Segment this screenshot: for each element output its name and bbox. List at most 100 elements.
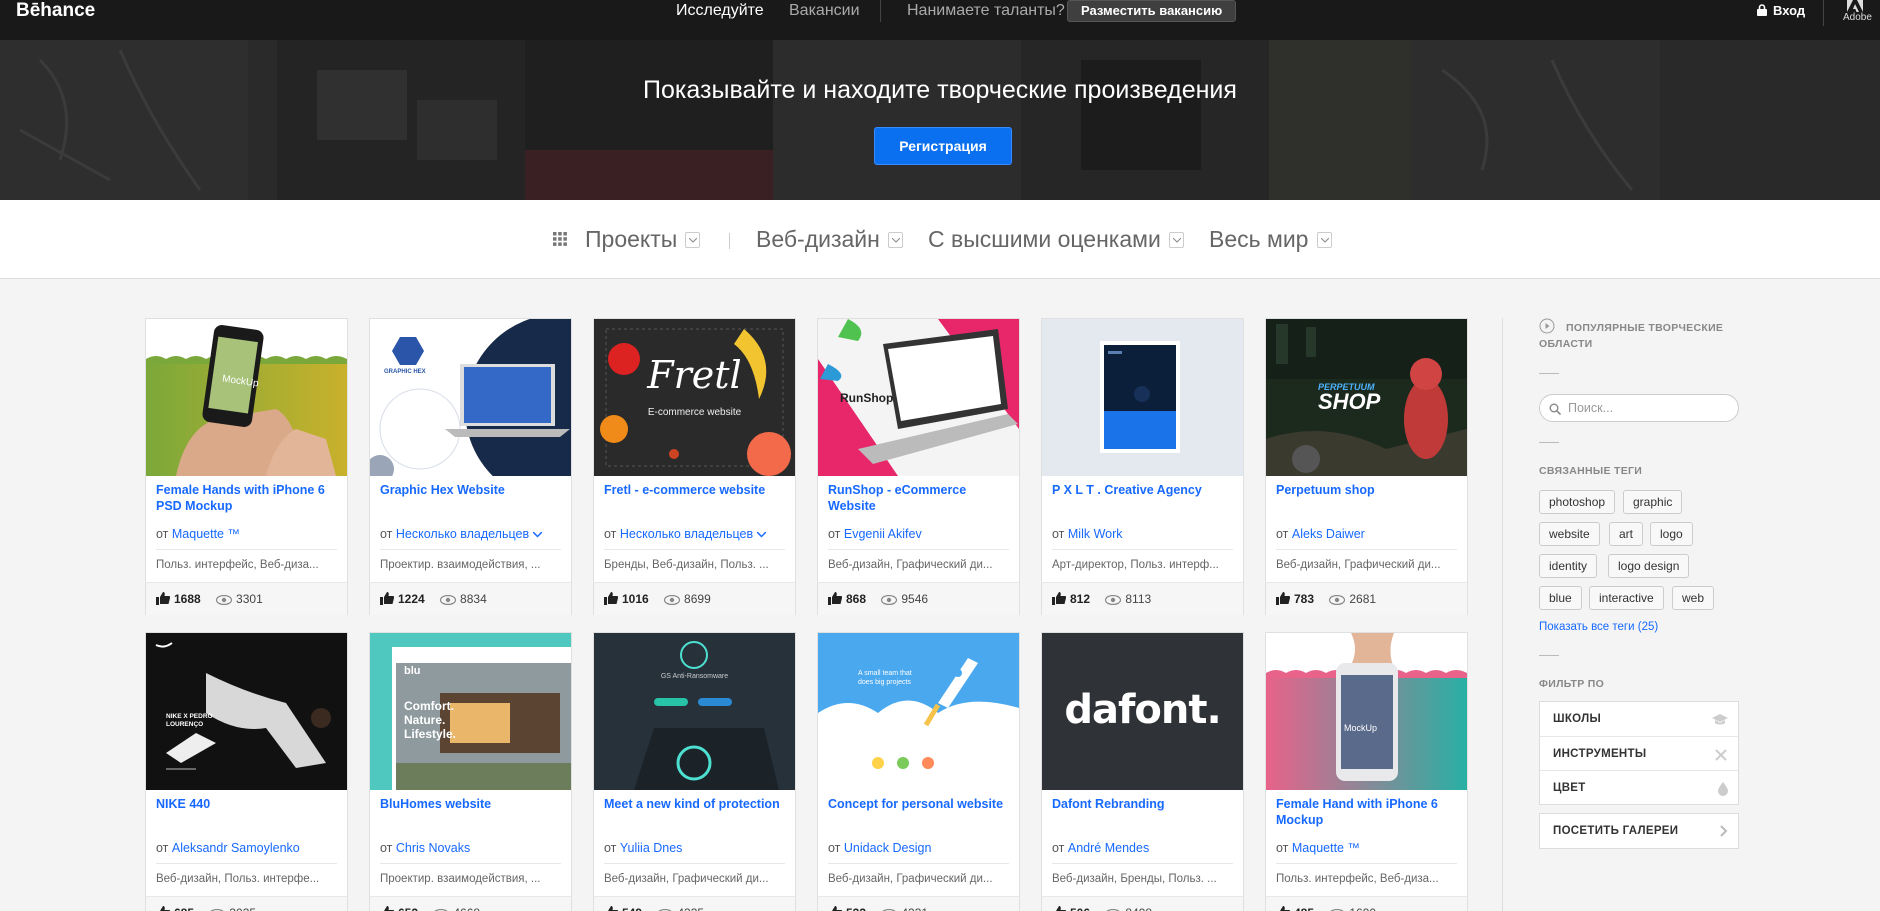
project-fields[interactable]: Бренды, Веб-дизайн, Польз. ... <box>604 549 785 572</box>
project-card[interactable]: MockUp Female Hands with iPhone 6 PSD Mo… <box>145 318 348 615</box>
project-card[interactable]: PERPETUUM SHOP Perpetuum shop от Aleks D… <box>1265 318 1468 615</box>
project-title[interactable]: Perpetuum shop <box>1276 482 1457 518</box>
project-title[interactable]: Fretl - e-commerce website <box>604 482 785 518</box>
project-card[interactable]: Fretl E-commerce website Fretl - e-comme… <box>593 318 796 615</box>
project-fields[interactable]: Арт-директор, Польз. интерф... <box>1052 549 1233 572</box>
project-thumbnail[interactable]: MockUp <box>1266 633 1467 790</box>
tag-graphic[interactable]: graphic <box>1623 490 1683 514</box>
behance-logo[interactable]: Bēhance <box>16 0 95 22</box>
project-title[interactable]: NIKE 440 <box>156 796 337 832</box>
popular-fields-link[interactable]: ПОПУЛЯРНЫЕ ТВОРЧЕСКИЕ ОБЛАСТИ <box>1539 320 1729 352</box>
owner-link[interactable]: Yuliia Dnes <box>620 841 683 855</box>
tag-logo[interactable]: logo <box>1650 522 1693 546</box>
project-title[interactable]: Concept for personal website <box>828 796 1009 832</box>
project-thumbnail[interactable]: Fretl E-commerce website <box>594 319 795 476</box>
chevron-down-icon[interactable] <box>685 232 700 248</box>
project-title[interactable]: Female Hand with iPhone 6 Mockup <box>1276 796 1457 832</box>
filter-field[interactable]: Веб-дизайн <box>756 224 880 254</box>
project-thumbnail[interactable]: PERPETUUM SHOP <box>1266 319 1467 476</box>
owner-link[interactable]: Milk Work <box>1068 527 1123 541</box>
filter-schools[interactable]: ШКОЛЫ <box>1540 702 1738 736</box>
signup-button[interactable]: Регистрация <box>874 127 1012 165</box>
adobe-link[interactable]: Adobe <box>1843 0 1872 26</box>
tag-identity[interactable]: identity <box>1539 554 1598 578</box>
project-fields[interactable]: Веб-дизайн, Графический ди... <box>1276 549 1457 572</box>
project-fields[interactable]: Веб-дизайн, Польз. интерфе... <box>156 863 337 886</box>
visit-galleries-button[interactable]: ПОСЕТИТЬ ГАЛЕРЕИ <box>1540 814 1738 848</box>
project-fields[interactable]: Веб-дизайн, Бренды, Польз. ... <box>1052 863 1233 886</box>
project-card[interactable]: P X L T . Creative Agency от Milk Work А… <box>1041 318 1244 615</box>
project-title[interactable]: RunShop - eCommerce Website <box>828 482 1009 518</box>
owner-link[interactable]: Несколько владельцев <box>620 527 753 541</box>
tag-art[interactable]: art <box>1609 522 1644 546</box>
project-thumbnail[interactable]: RunShop <box>818 319 1019 476</box>
project-fields[interactable]: Веб-дизайн, Графический ди... <box>604 863 785 886</box>
nav-jobs[interactable]: Вакансии <box>789 2 860 20</box>
project-fields[interactable]: Проектир. взаимодействия, ... <box>380 863 561 886</box>
owner-link[interactable]: Maquette ™ <box>172 527 240 541</box>
tag-blue[interactable]: blue <box>1539 586 1582 610</box>
project-fields[interactable]: Проектир. взаимодействия, ... <box>380 549 561 572</box>
project-card[interactable]: GRAPHIC HEX Graphic Hex Website от Неско… <box>369 318 572 615</box>
project-thumbnail[interactable]: blu Comfort. Nature. Lifestyle. <box>370 633 571 790</box>
project-card[interactable]: RunShop RunShop - eCommerce Website от E… <box>817 318 1020 615</box>
search-input[interactable]: Поиск... <box>1539 394 1739 422</box>
filter-tools[interactable]: ИНСТРУМЕНТЫ <box>1540 736 1738 770</box>
project-thumbnail[interactable]: dafont. <box>1042 633 1243 790</box>
project-title[interactable]: Female Hands with iPhone 6 PSD Mockup <box>156 482 337 518</box>
project-title[interactable]: Meet a new kind of protection <box>604 796 785 832</box>
grid-icon[interactable] <box>553 232 567 246</box>
nav-explore[interactable]: Исследуйте <box>676 2 764 20</box>
chevron-down-icon[interactable] <box>888 232 903 248</box>
project-thumbnail[interactable] <box>1042 319 1243 476</box>
post-job-button[interactable]: Разместить вакансию <box>1067 0 1237 22</box>
show-all-tags-link[interactable]: Показать все теги (25) <box>1539 621 1658 633</box>
project-card[interactable]: NIKE X PEDRO LOURENÇO NIKE 440 от Aleksa… <box>145 632 348 911</box>
project-fields[interactable]: Польз. интерфейс, Веб-диза... <box>1276 863 1457 886</box>
project-thumbnail[interactable]: A small team that does big projects <box>818 633 1019 790</box>
owner-link[interactable]: Unidack Design <box>844 841 932 855</box>
chevron-right-icon <box>1720 825 1728 837</box>
project-title[interactable]: Graphic Hex Website <box>380 482 561 518</box>
owner-link[interactable]: Evgenii Akifev <box>844 527 922 541</box>
nav-hiring[interactable]: Нанимаете таланты? <box>907 2 1065 20</box>
owner-link[interactable]: Aleksandr Samoylenko <box>172 841 300 855</box>
project-fields[interactable]: Польз. интерфейс, Веб-диза... <box>156 549 337 572</box>
login-link[interactable]: Вход <box>1757 2 1805 20</box>
project-card[interactable]: A small team that does big projects Conc… <box>817 632 1020 911</box>
project-card[interactable]: dafont. Dafont Rebranding от André Mende… <box>1041 632 1244 911</box>
project-thumbnail[interactable]: GRAPHIC HEX <box>370 319 571 476</box>
owner-link[interactable]: Aleks Daiwer <box>1292 527 1365 541</box>
project-title[interactable]: BluHomes website <box>380 796 561 832</box>
tag-logo-design[interactable]: logo design <box>1608 554 1690 578</box>
like-count: 685 <box>174 906 194 911</box>
owner-link[interactable]: Несколько владельцев <box>396 527 529 541</box>
filter-color[interactable]: ЦВЕТ <box>1540 770 1738 804</box>
project-fields[interactable]: Веб-дизайн, Графический ди... <box>828 863 1009 886</box>
tag-website[interactable]: website <box>1539 522 1600 546</box>
chevron-down-icon[interactable] <box>1169 232 1184 248</box>
owner-link[interactable]: André Mendes <box>1068 841 1149 855</box>
project-card[interactable]: blu Comfort. Nature. Lifestyle. BluHomes… <box>369 632 572 911</box>
owner-link[interactable]: Chris Novaks <box>396 841 470 855</box>
tag-interactive[interactable]: interactive <box>1589 586 1664 610</box>
project-fields[interactable]: Веб-дизайн, Графический ди... <box>828 549 1009 572</box>
project-card[interactable]: GS Anti-Ransomware Meet a new kind of pr… <box>593 632 796 911</box>
project-title[interactable]: Dafont Rebranding <box>1052 796 1233 832</box>
project-card[interactable]: MockUp Female Hand with iPhone 6 Mockup … <box>1265 632 1468 911</box>
filter-location[interactable]: Весь мир <box>1209 224 1308 254</box>
filter-projects[interactable]: Проекты <box>585 224 677 254</box>
chevron-down-icon[interactable] <box>1317 232 1332 248</box>
filter-sort[interactable]: С высшими оценками <box>928 224 1161 254</box>
project-thumbnail[interactable]: GS Anti-Ransomware <box>594 633 795 790</box>
owner-link[interactable]: Maquette ™ <box>1292 841 1360 855</box>
project-thumbnail[interactable]: MockUp <box>146 319 347 476</box>
project-thumbnail[interactable]: NIKE X PEDRO LOURENÇO <box>146 633 347 790</box>
filter-divider <box>729 233 730 249</box>
tag-web[interactable]: web <box>1672 586 1715 610</box>
chevron-down-icon[interactable] <box>532 531 543 538</box>
chevron-down-icon[interactable] <box>756 531 767 538</box>
tag-photoshop[interactable]: photoshop <box>1539 490 1616 514</box>
project-title[interactable]: P X L T . Creative Agency <box>1052 482 1233 518</box>
by-label: от <box>1276 841 1289 855</box>
